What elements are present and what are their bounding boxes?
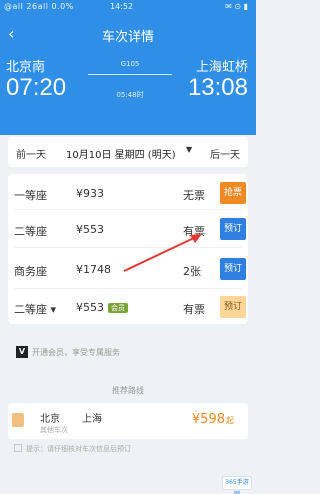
route-price: ¥598起 — [192, 412, 234, 427]
tip-text: 开通会员，享受专属服务 — [32, 348, 120, 357]
section-title: 推荐路线 — [112, 386, 144, 395]
vip-badge-icon: V — [16, 346, 28, 358]
member-tip[interactable]: V 开通会员，享受专属服务 — [8, 346, 248, 360]
route-card[interactable]: 北京 上海 其他车次 ¥598起 — [8, 403, 248, 439]
train-icon — [12, 413, 24, 427]
route-price-value: ¥598 — [191, 412, 225, 427]
route-from: 北京 — [40, 414, 60, 425]
bottom-tip-text: 提示：请仔细核对车次信息后预订 — [26, 445, 131, 453]
watermark-logo: 365手游网 — [222, 476, 252, 494]
bottom-tip: 提示：请仔细核对车次信息后预订 — [14, 444, 131, 454]
route-to: 上海 — [82, 414, 102, 425]
route-subtitle: 其他车次 — [40, 426, 68, 434]
checkbox[interactable] — [14, 444, 22, 452]
route-price-suffix: 起 — [226, 416, 234, 425]
